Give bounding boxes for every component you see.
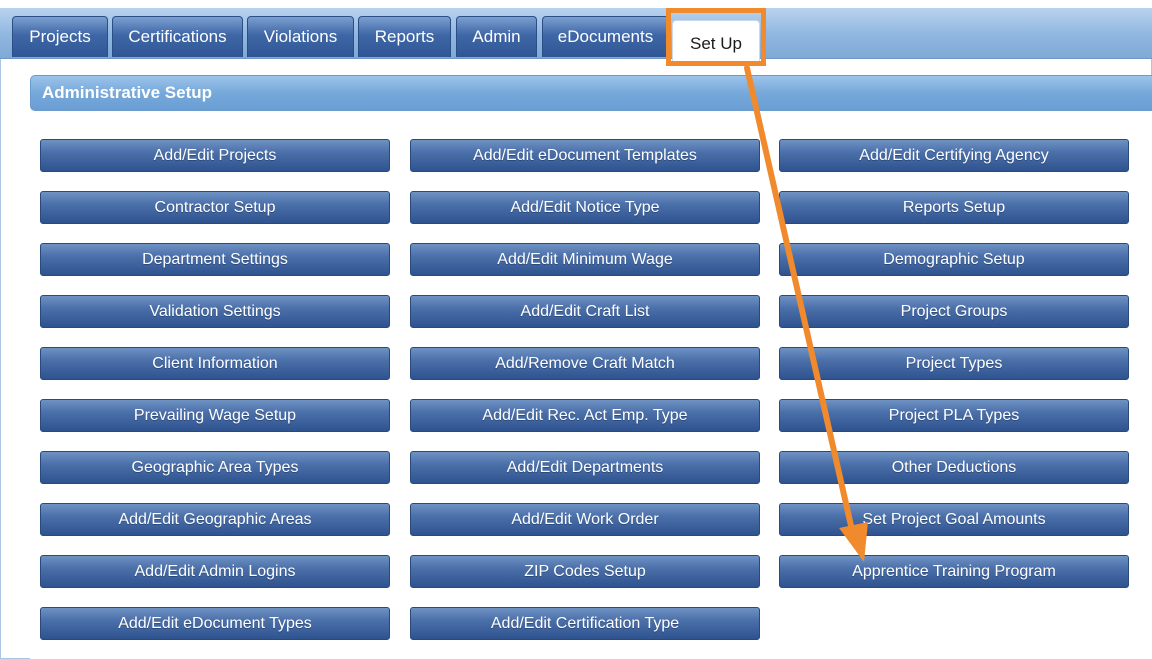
validation-settings-button[interactable]: Validation Settings bbox=[40, 295, 390, 328]
add-edit-certification-type-button[interactable]: Add/Edit Certification Type bbox=[410, 607, 760, 640]
department-settings-button[interactable]: Department Settings bbox=[40, 243, 390, 276]
prevailing-wage-setup-button[interactable]: Prevailing Wage Setup bbox=[40, 399, 390, 432]
add-edit-work-order-button[interactable]: Add/Edit Work Order bbox=[410, 503, 760, 536]
set-project-goal-amounts-button[interactable]: Set Project Goal Amounts bbox=[779, 503, 1129, 536]
other-deductions-button[interactable]: Other Deductions bbox=[779, 451, 1129, 484]
setup-panel: Add/Edit Projects Contractor Setup Depar… bbox=[30, 111, 1152, 659]
project-types-button[interactable]: Project Types bbox=[779, 347, 1129, 380]
add-edit-edocument-types-button[interactable]: Add/Edit eDocument Types bbox=[40, 607, 390, 640]
tab-violations[interactable]: Violations bbox=[247, 16, 354, 57]
tab-certifications[interactable]: Certifications bbox=[112, 16, 243, 57]
demographic-setup-button[interactable]: Demographic Setup bbox=[779, 243, 1129, 276]
add-remove-craft-match-button[interactable]: Add/Remove Craft Match bbox=[410, 347, 760, 380]
add-edit-rec-act-emp-type-button[interactable]: Add/Edit Rec. Act Emp. Type bbox=[410, 399, 760, 432]
tab-bar: Projects Certifications Violations Repor… bbox=[0, 8, 1152, 66]
section-title: Administrative Setup bbox=[42, 83, 213, 102]
contractor-setup-button[interactable]: Contractor Setup bbox=[40, 191, 390, 224]
tab-edocuments[interactable]: eDocuments bbox=[542, 16, 669, 57]
add-edit-departments-button[interactable]: Add/Edit Departments bbox=[410, 451, 760, 484]
add-edit-projects-button[interactable]: Add/Edit Projects bbox=[40, 139, 390, 172]
add-edit-admin-logins-button[interactable]: Add/Edit Admin Logins bbox=[40, 555, 390, 588]
add-edit-certifying-agency-button[interactable]: Add/Edit Certifying Agency bbox=[779, 139, 1129, 172]
geographic-area-types-button[interactable]: Geographic Area Types bbox=[40, 451, 390, 484]
client-information-button[interactable]: Client Information bbox=[40, 347, 390, 380]
section-header: Administrative Setup bbox=[30, 75, 1152, 111]
reports-setup-button[interactable]: Reports Setup bbox=[779, 191, 1129, 224]
add-edit-geographic-areas-button[interactable]: Add/Edit Geographic Areas bbox=[40, 503, 390, 536]
add-edit-craft-list-button[interactable]: Add/Edit Craft List bbox=[410, 295, 760, 328]
project-groups-button[interactable]: Project Groups bbox=[779, 295, 1129, 328]
add-edit-notice-type-button[interactable]: Add/Edit Notice Type bbox=[410, 191, 760, 224]
add-edit-minimum-wage-button[interactable]: Add/Edit Minimum Wage bbox=[410, 243, 760, 276]
apprentice-training-program-button[interactable]: Apprentice Training Program bbox=[779, 555, 1129, 588]
project-pla-types-button[interactable]: Project PLA Types bbox=[779, 399, 1129, 432]
set-up-tab-highlight bbox=[666, 8, 766, 66]
tab-projects[interactable]: Projects bbox=[12, 16, 108, 57]
tab-admin[interactable]: Admin bbox=[456, 16, 537, 57]
tab-reports[interactable]: Reports bbox=[358, 16, 451, 57]
zip-codes-setup-button[interactable]: ZIP Codes Setup bbox=[410, 555, 760, 588]
add-edit-edocument-templates-button[interactable]: Add/Edit eDocument Templates bbox=[410, 139, 760, 172]
